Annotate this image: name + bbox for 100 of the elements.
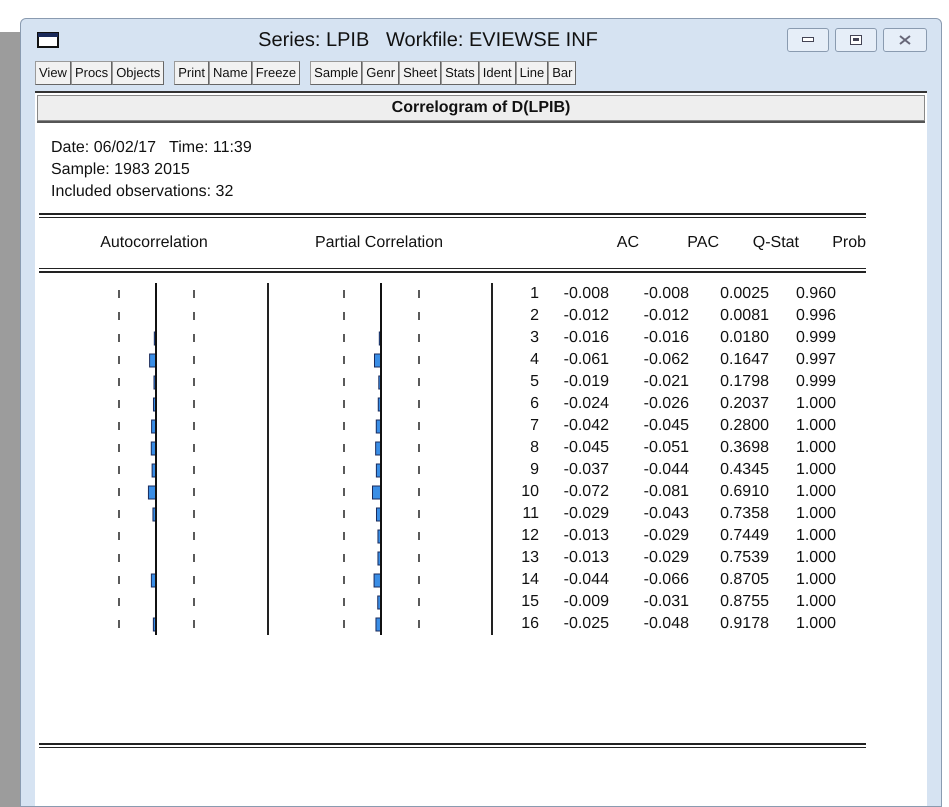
lag-number: 2: [530, 306, 539, 326]
table-cell-text: 1.000: [796, 416, 836, 436]
close-icon: [899, 35, 911, 45]
table-cell-text: -0.031: [644, 592, 689, 612]
table-cell-text: -0.021: [644, 372, 689, 392]
lag-number: 9: [530, 460, 539, 480]
table-cell-text: -0.019: [564, 372, 609, 392]
lag-number: 1: [530, 284, 539, 304]
table-cell-text: -0.025: [564, 614, 609, 634]
table-cell-text: -0.026: [644, 394, 689, 414]
table-cell-text: 0.0180: [720, 328, 769, 348]
toolbar-button[interactable]: Sample: [310, 61, 362, 85]
table-cell-text: -0.045: [564, 438, 609, 458]
table-cell-text: -0.044: [644, 460, 689, 480]
toolbar-button[interactable]: Ident: [478, 61, 516, 85]
table-cell-text: 0.1798: [720, 372, 769, 392]
close-button[interactable]: [883, 28, 927, 52]
lag-number: 15: [521, 592, 539, 612]
table-cell-text: -0.013: [564, 526, 609, 546]
table-cell-text: -0.029: [644, 526, 689, 546]
table-cell-text: 0.3698: [720, 438, 769, 458]
table-cell-text: -0.029: [644, 548, 689, 568]
table-cell-text: -0.051: [644, 438, 689, 458]
table-cell-text: -0.043: [644, 504, 689, 524]
lag-number: 6: [530, 394, 539, 414]
table-cell-text: 1.000: [796, 548, 836, 568]
table-cell-text: -0.008: [564, 284, 609, 304]
table-cell-text: -0.008: [644, 284, 689, 304]
table-cell-text: -0.009: [564, 592, 609, 612]
table-cell-text: 0.7539: [720, 548, 769, 568]
table-cell-text: 0.8705: [720, 570, 769, 590]
table-cell-text: 0.997: [796, 350, 836, 370]
table-cell-text: 0.2800: [720, 416, 769, 436]
toolbar-button[interactable]: Name: [209, 61, 252, 85]
table-cell-text: 0.1647: [720, 350, 769, 370]
table-cell-text: -0.044: [564, 570, 609, 590]
toolbar-button[interactable]: Bar: [548, 61, 576, 85]
table-cell-text: 0.4345: [720, 460, 769, 480]
lag-number: 14: [521, 570, 539, 590]
table-cell-text: 0.2037: [720, 394, 769, 414]
toolbar-button[interactable]: Line: [516, 61, 548, 85]
lag-number: 11: [522, 504, 539, 524]
table-cell-text: 0.999: [796, 328, 836, 348]
table-cell-text: 0.9178: [720, 614, 769, 634]
table-cell-text: 1.000: [796, 614, 836, 634]
table-cell-text: 0.0081: [720, 306, 769, 326]
column-header: AC: [616, 233, 639, 253]
table-cell-text: -0.037: [564, 460, 609, 480]
toolbar-button[interactable]: Objects: [112, 61, 164, 85]
table-cell-text: 0.8755: [720, 592, 769, 612]
toolbar-button[interactable]: Genr: [362, 61, 400, 85]
lag-number: 8: [530, 438, 539, 458]
table-cell-text: 1.000: [796, 526, 836, 546]
minimize-icon: [802, 37, 814, 43]
table-cell-text: 1.000: [796, 570, 836, 590]
output-title: Correlogram of D(LPIB): [37, 95, 925, 121]
table-cell-text: -0.016: [564, 328, 609, 348]
table-cell-text: -0.061: [564, 350, 609, 370]
lag-number: 4: [530, 350, 539, 370]
window-title: Series: LPIB Workfile: EVIEWSE INF: [258, 28, 598, 53]
table-cell-text: 0.0025: [720, 284, 769, 304]
column-header: Autocorrelation: [100, 233, 208, 253]
lag-number: 16: [521, 614, 539, 634]
minimize-button[interactable]: [787, 28, 829, 52]
table-cell-text: -0.029: [564, 504, 609, 524]
table-cell-text: 1.000: [796, 460, 836, 480]
table-cell-text: -0.016: [644, 328, 689, 348]
table-cell-text: -0.042: [564, 416, 609, 436]
table-cell-text: -0.072: [564, 482, 609, 502]
table-cell-text: 0.999: [796, 372, 836, 392]
column-header: Prob: [832, 233, 866, 253]
lag-number: 13: [521, 548, 539, 568]
table-cell-text: 1.000: [796, 592, 836, 612]
table-cell-text: -0.048: [644, 614, 689, 634]
table-cell-text: 0.6910: [720, 482, 769, 502]
table-cell-text: 0.960: [796, 284, 836, 304]
toolbar-button[interactable]: Sheet: [399, 61, 442, 85]
window-icon: [37, 32, 59, 48]
toolbar-button[interactable]: Print: [174, 61, 209, 85]
lag-number: 5: [530, 372, 539, 392]
table-cell-text: 0.7358: [720, 504, 769, 524]
lag-number: 3: [530, 328, 539, 348]
table-cell-text: 0.7449: [720, 526, 769, 546]
table-cell-text: 1.000: [796, 504, 836, 524]
maximize-button[interactable]: [835, 28, 877, 52]
lag-number: 10: [521, 482, 539, 502]
table-cell-text: -0.012: [564, 306, 609, 326]
toolbar-button[interactable]: Freeze: [252, 61, 300, 85]
table-cell-text: -0.066: [644, 570, 689, 590]
toolbar-button[interactable]: Stats: [441, 61, 479, 85]
toolbar-button[interactable]: View: [35, 61, 71, 85]
column-header: Q-Stat: [752, 233, 799, 253]
toolbar-button[interactable]: Procs: [70, 61, 112, 85]
table-cell-text: -0.012: [644, 306, 689, 326]
table-cell-text: -0.013: [564, 548, 609, 568]
table-cell-text: 0.996: [796, 306, 836, 326]
table-cell-text: -0.045: [644, 416, 689, 436]
table-cell-text: 1.000: [796, 438, 836, 458]
lag-number: 7: [530, 416, 539, 436]
info-line: Date: 06/02/17 Time: 11:39: [51, 138, 252, 158]
